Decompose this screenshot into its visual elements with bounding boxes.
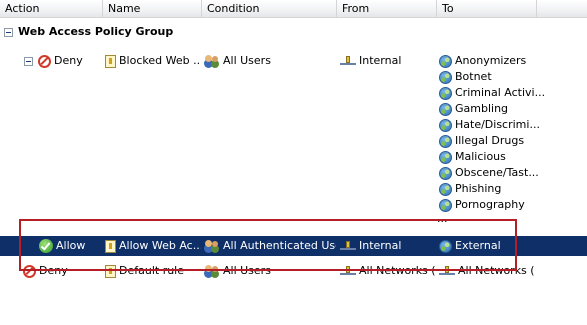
rule-to-item: Illegal Drugs: [439, 133, 524, 149]
users-icon: [204, 54, 220, 68]
rule-name-label: Blocked Web ...: [119, 54, 201, 67]
rule-to-item: Criminal Activi...: [439, 85, 545, 101]
column-header-action[interactable]: Action: [0, 0, 103, 17]
rule-action: Deny: [24, 53, 83, 69]
rule-condition-label: All Users: [223, 54, 271, 67]
column-header-from[interactable]: From: [337, 0, 437, 17]
url-category-icon: [439, 150, 452, 164]
rule-to-item: Malicious: [439, 149, 506, 165]
highlight-box: [19, 219, 517, 271]
url-category-icon: [439, 118, 452, 132]
url-category-icon: [439, 182, 452, 196]
rule-icon: [105, 54, 116, 68]
deny-icon: [38, 54, 51, 68]
rule-to-item: Obscene/Tast...: [439, 165, 539, 181]
policy-group-row[interactable]: Web Access Policy Group: [4, 24, 173, 40]
rule-to-item: Anonymizers: [439, 53, 526, 69]
url-category-icon: [439, 70, 452, 84]
rule-name: Blocked Web ...: [105, 53, 201, 69]
rule-condition: All Users: [204, 53, 271, 69]
column-header-bar: Action Name Condition From To: [0, 0, 587, 18]
network-icon: [340, 55, 356, 67]
rule-to-item: Gambling: [439, 101, 508, 117]
url-category-icon: [439, 86, 452, 100]
column-header-condition[interactable]: Condition: [202, 0, 337, 17]
column-header-to[interactable]: To: [437, 0, 537, 17]
url-category-icon: [439, 54, 452, 68]
rule-to-item: Hate/Discrimi...: [439, 117, 540, 133]
rule-action-label: Deny: [54, 54, 83, 67]
url-category-icon: [439, 134, 452, 148]
column-header-name[interactable]: Name: [103, 0, 202, 17]
rule-to-item: Pornography: [439, 197, 525, 213]
url-category-icon: [439, 198, 452, 212]
policy-group-title: Web Access Policy Group: [18, 25, 174, 38]
rule-to-item: Phishing: [439, 181, 501, 197]
rule-from: Internal: [340, 53, 401, 69]
collapse-icon[interactable]: [24, 56, 33, 66]
rule-to-item: Botnet: [439, 69, 492, 85]
collapse-icon[interactable]: [4, 27, 13, 37]
url-category-icon: [439, 166, 452, 180]
rule-from-label: Internal: [359, 54, 402, 67]
url-category-icon: [439, 102, 452, 116]
